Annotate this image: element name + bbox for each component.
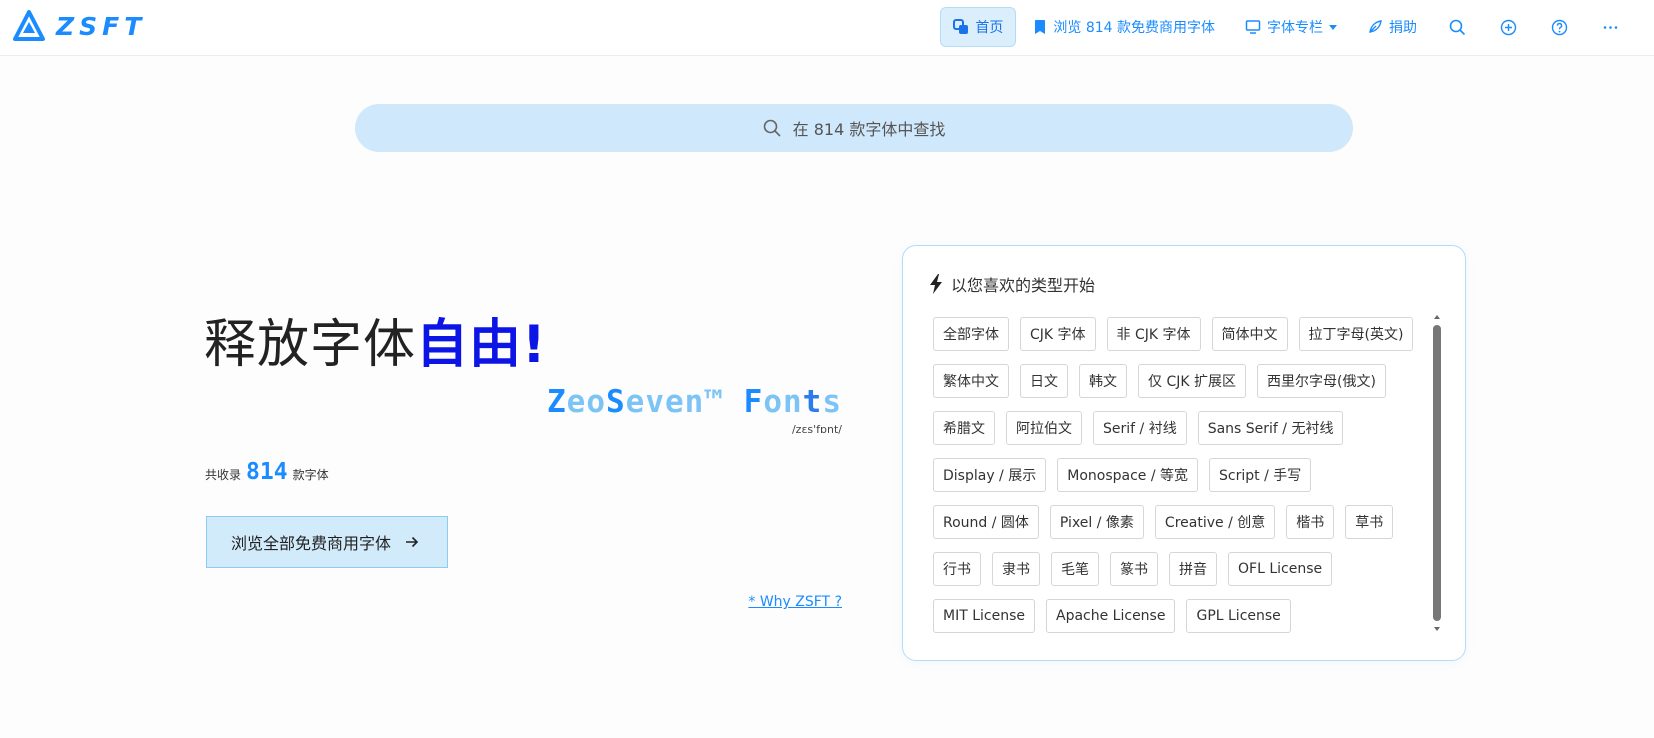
browse-all-fonts-button[interactable]: 浏览全部免费商用字体 — [206, 516, 448, 568]
home-squares-icon — [953, 19, 969, 35]
browse-all-fonts-label: 浏览全部免费商用字体 — [231, 534, 392, 553]
brand-part: eo — [566, 384, 606, 420]
zsft-logo-icon: ZSFT — [13, 10, 146, 41]
category-tag[interactable]: CJK 字体 — [1020, 317, 1096, 351]
help-circle-icon — [1551, 19, 1568, 36]
svg-text:ZSFT: ZSFT — [55, 12, 146, 41]
hero-title-light: 释放字体 — [204, 315, 417, 375]
top-navbar: ZSFT 首页 浏览 814 款免费商用字体 字体专栏 捐助 — [0, 0, 1654, 56]
why-zsft-link[interactable]: * Why ZSFT ? — [748, 594, 842, 610]
font-count: 共收录 814 款字体 — [205, 459, 329, 485]
category-tag[interactable]: Round / 圆体 — [933, 505, 1039, 539]
hero-title-strong: 自由! — [416, 315, 547, 375]
count-suffix: 款字体 — [292, 468, 329, 482]
search-placeholder: 在 814 款字体中查找 — [792, 120, 946, 139]
category-tag[interactable]: Display / 展示 — [933, 458, 1047, 492]
more-icon — [1602, 19, 1619, 36]
category-tag[interactable]: Pixel / 像素 — [1049, 505, 1144, 539]
category-tag[interactable]: MIT License — [933, 599, 1035, 633]
nav-column-dropdown[interactable]: 字体专栏 — [1232, 7, 1350, 47]
brand-part: F — [743, 384, 764, 420]
scroll-down-icon[interactable] — [1434, 627, 1440, 631]
chevron-down-icon — [1329, 24, 1337, 30]
lightning-bolt-icon — [929, 274, 943, 294]
brand-wordmark: ZeoSeven™ Fonts — [547, 384, 842, 420]
category-tag[interactable]: 非 CJK 字体 — [1106, 317, 1201, 351]
category-tag[interactable]: 西里尔字母(俄文) — [1257, 364, 1386, 398]
nav-donate-label: 捐助 — [1389, 20, 1417, 36]
category-tag[interactable]: 阿拉伯文 — [1006, 411, 1082, 445]
category-tag[interactable]: 繁体中文 — [933, 364, 1009, 398]
monitor-icon — [1245, 19, 1261, 35]
nav-more-button[interactable] — [1587, 7, 1634, 47]
brand-part: even™ — [625, 384, 744, 420]
nav-home[interactable]: 首页 — [940, 7, 1017, 47]
brand-part: on — [763, 384, 803, 420]
brand-part: S — [606, 384, 626, 420]
category-tag[interactable]: GPL License — [1186, 599, 1291, 633]
category-tag[interactable]: 韩文 — [1079, 364, 1127, 398]
category-tag[interactable]: Sans Serif / 无衬线 — [1197, 411, 1344, 445]
category-tag[interactable]: 日文 — [1020, 364, 1068, 398]
scrollbar-thumb[interactable] — [1433, 325, 1441, 621]
category-tag[interactable]: OFL License — [1228, 552, 1333, 586]
zsft-logo[interactable]: ZSFT — [12, 9, 192, 43]
category-tag[interactable]: 行书 — [933, 552, 981, 586]
nav-browse-label: 浏览 814 款免费商用字体 — [1053, 20, 1215, 36]
category-tag[interactable]: 拉丁字母(英文) — [1298, 317, 1414, 351]
brand-part: s — [822, 384, 842, 420]
category-tag[interactable]: 隶书 — [992, 552, 1040, 586]
category-tag[interactable]: 仅 CJK 扩展区 — [1138, 364, 1246, 398]
category-tag[interactable]: Monospace / 等宽 — [1057, 458, 1199, 492]
category-tag[interactable]: 篆书 — [1110, 552, 1158, 586]
font-search-bar[interactable]: 在 814 款字体中查找 — [355, 104, 1353, 152]
category-tag[interactable]: Script / 手写 — [1209, 458, 1312, 492]
search-icon — [1449, 19, 1466, 36]
hero-title: 释放字体自由! — [204, 302, 547, 377]
scroll-up-icon[interactable] — [1434, 315, 1440, 319]
brand-phonetic: /zɛs'fɒnt/ — [791, 423, 842, 436]
category-tag[interactable]: Creative / 创意 — [1154, 505, 1276, 539]
tag-list-scrollbar[interactable] — [1433, 315, 1443, 631]
category-tag[interactable]: 楷书 — [1286, 505, 1335, 539]
category-tag-list: 全部字体 CJK 字体非 CJK 字体 简体中文 拉丁字母(英文) 繁体中文 日文 韩文仅 … — [933, 317, 1417, 637]
panel-heading: 以您喜欢的类型开始 — [929, 272, 1095, 296]
brand-part: t — [802, 384, 823, 420]
search-icon — [763, 119, 781, 137]
category-tag[interactable]: 全部字体 — [933, 317, 1009, 351]
count-prefix: 共收录 — [205, 468, 242, 482]
nav-donate[interactable]: 捐助 — [1354, 7, 1430, 47]
feather-icon — [1367, 19, 1383, 35]
category-tag[interactable]: 简体中文 — [1211, 317, 1288, 351]
category-tag[interactable]: 希腊文 — [933, 411, 995, 445]
nav-search-button[interactable] — [1434, 7, 1481, 47]
category-tag[interactable]: 毛笔 — [1051, 552, 1099, 586]
nav-menu: 首页 浏览 814 款免费商用字体 字体专栏 捐助 — [940, 7, 1634, 47]
arrow-right-icon — [405, 536, 419, 548]
count-value: 814 — [246, 459, 288, 485]
nav-help-button[interactable] — [1536, 7, 1583, 47]
book-icon — [1033, 19, 1047, 35]
category-tag[interactable]: 拼音 — [1169, 552, 1217, 586]
category-tag[interactable]: Serif / 衬线 — [1093, 411, 1187, 445]
nav-add-button[interactable] — [1485, 7, 1532, 47]
nav-column-label: 字体专栏 — [1267, 20, 1323, 36]
brand-part: Z — [547, 384, 567, 420]
category-tag[interactable]: 草书 — [1345, 505, 1394, 539]
plus-circle-icon — [1500, 19, 1517, 36]
nav-home-label: 首页 — [975, 20, 1004, 36]
nav-browse[interactable]: 浏览 814 款免费商用字体 — [1020, 7, 1228, 47]
category-tag[interactable]: Apache License — [1046, 599, 1176, 633]
category-panel: 以您喜欢的类型开始 全部字体 CJK 字体非 CJK 字体 简体中文 拉丁字母(英文)… — [902, 245, 1466, 661]
panel-heading-text: 以您喜欢的类型开始 — [951, 276, 1096, 295]
